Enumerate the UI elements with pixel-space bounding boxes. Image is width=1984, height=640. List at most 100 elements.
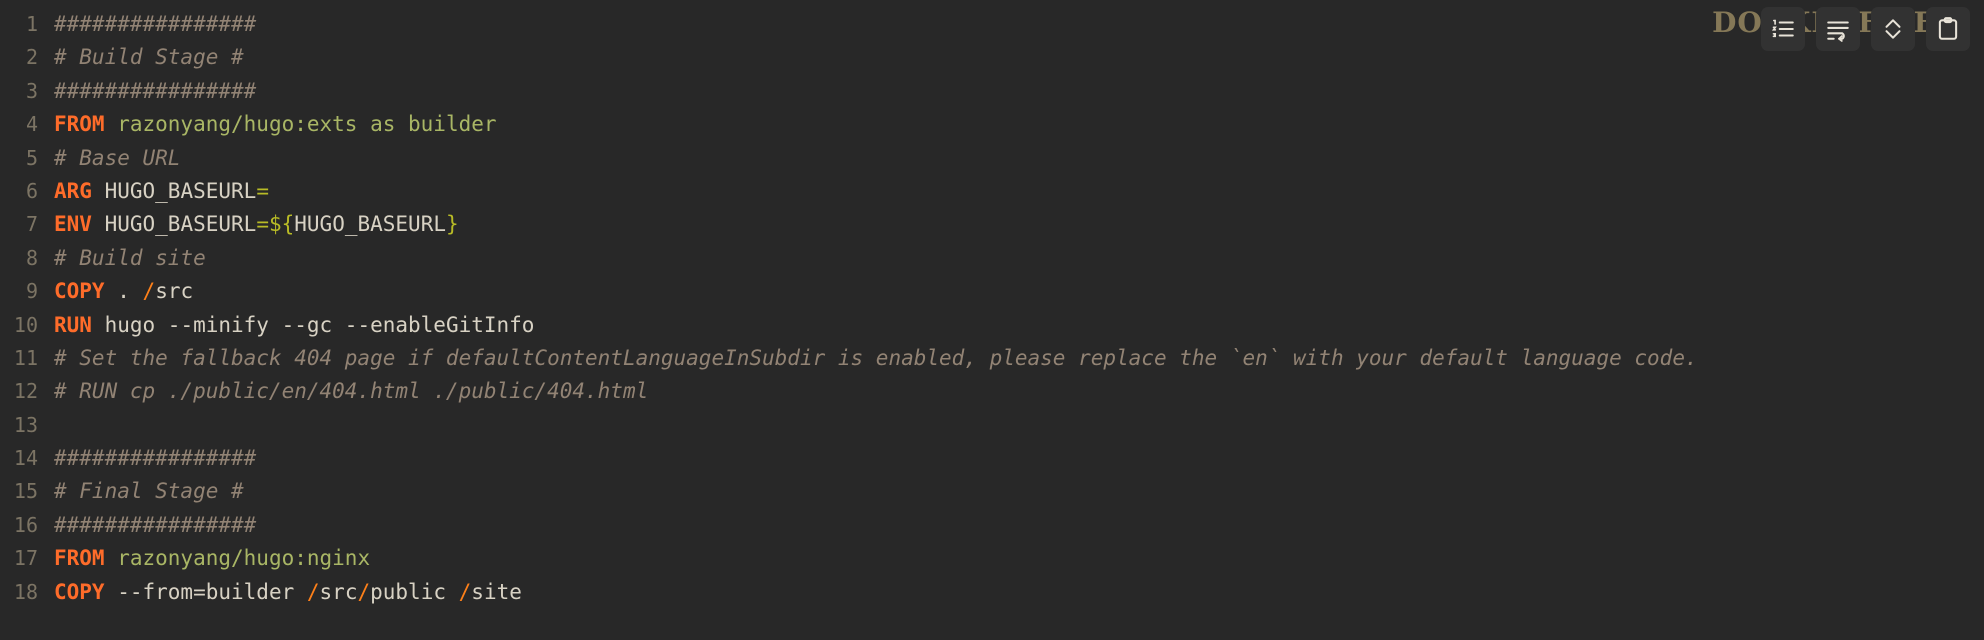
line-content[interactable]: FROM razonyang/hugo:exts as builder [38,108,497,141]
code-token: HUGO_BASEURL [294,212,446,237]
code-line: 3 ################ [0,75,1984,108]
code-token: site [471,579,522,604]
code-token: RUN [54,312,92,337]
code-token: ################ [54,12,257,36]
code-line: 15 # Final Stage # [0,475,1984,508]
code-viewer: DOCKERFILE [0,0,1984,640]
code-line: 8 # Build site [0,242,1984,275]
code-token: ################ [54,446,257,471]
code-token: COPY [54,279,105,304]
line-number: 17 [13,546,38,571]
line-content[interactable]: ################ [38,442,256,475]
line-content[interactable]: # Base URL [38,142,180,175]
code-token: # Set the fallback 404 page if defaultCo… [54,345,1698,370]
line-content[interactable]: # Build site [38,242,206,275]
line-content[interactable]: ENV HUGO_BASEURL=${HUGO_BASEURL} [38,208,459,241]
code-line: 4 FROM razonyang/hugo:exts as builder [0,108,1984,141]
line-content[interactable]: # RUN cp ./public/en/404.html ./public/4… [38,375,648,408]
code-line: 9 COPY . /src [0,275,1984,308]
line-number: 12 [13,379,38,404]
code-line: 17 FROM razonyang/hugo:nginx [0,542,1984,575]
copy-button[interactable] [1926,7,1970,51]
word-wrap-icon [1825,16,1851,42]
code-line: 16 ################ [0,509,1984,542]
chevron-expand-icon [1880,16,1906,42]
code-token: / [306,579,320,604]
code-token: / [357,579,371,604]
line-content[interactable]: ARG HUGO_BASEURL= [38,175,269,208]
line-number: 3 [25,78,38,103]
code-line: 7 ENV HUGO_BASEURL=${HUGO_BASEURL} [0,208,1984,241]
code-token: razonyang/hugo:nginx [104,546,371,571]
code-line: 14 ################ [0,442,1984,475]
clipboard-icon [1935,16,1961,42]
line-number: 4 [25,112,38,137]
code-token: # Build Stage # [54,45,244,70]
code-token: HUGO_BASEURL [91,212,257,237]
toggle-word-wrap-button[interactable] [1816,7,1860,51]
code-token: / [458,579,472,604]
line-content[interactable]: COPY . /src [38,275,193,308]
code-line: 1 ################ [0,8,1984,41]
code-token: HUGO_BASEURL [91,178,257,203]
line-content[interactable]: FROM razonyang/hugo:nginx [38,542,370,575]
code-line: 6 ARG HUGO_BASEURL= [0,175,1984,208]
code-token: # Build site [54,245,206,270]
code-line: 2 # Build Stage # [0,41,1984,74]
code-line: 13 [0,409,1984,442]
line-content[interactable]: ################ [38,509,256,542]
code-token: / [142,279,156,304]
code-token: # RUN cp ./public/en/404.html ./public/4… [54,379,649,404]
line-number: 7 [25,212,38,237]
code-line: 11 # Set the fallback 404 page if default… [0,342,1984,375]
line-content[interactable]: # Set the fallback 404 page if defaultCo… [38,342,1698,375]
code-token: # Final Stage # [54,479,244,504]
code-line: 5 # Base URL [0,142,1984,175]
line-number: 5 [25,145,38,170]
code-token: --from=builder [104,579,307,604]
code-line: 18 COPY --from=builder /src/public /site [0,576,1984,609]
line-number: 1 [25,12,38,36]
code-line: 12 # RUN cp ./public/en/404.html ./public… [0,375,1984,408]
viewer-toolbar [1761,7,1970,51]
toggle-line-numbers-button[interactable] [1761,7,1805,51]
line-number: 11 [13,345,38,370]
code-token: razonyang/hugo:exts as builder [104,112,497,137]
code-token: = [256,178,269,203]
code-token: src [155,279,194,304]
toggle-expand-button[interactable] [1871,7,1915,51]
code-token: ARG [54,178,92,203]
code-token: # Base URL [54,145,181,170]
code-token: ${ [268,212,295,237]
code-token: FROM [54,546,105,571]
code-token: } [445,212,459,237]
line-content[interactable]: RUN hugo --minify --gc --enableGitInfo [38,309,534,342]
code-token: hugo --minify --gc --enableGitInfo [91,312,535,337]
line-content[interactable]: ################ [38,8,256,41]
line-number: 10 [13,312,38,337]
line-number: 14 [13,446,38,471]
line-number: 6 [25,178,38,203]
line-content[interactable]: COPY --from=builder /src/public /site [38,576,522,609]
code-token: . [117,279,130,304]
line-number: 16 [13,512,38,537]
code-token: ################ [54,512,257,537]
code-line: 10 RUN hugo --minify --gc --enableGitInfo [0,309,1984,342]
line-number: 18 [13,579,38,604]
line-number: 15 [13,479,38,504]
line-content[interactable]: # Build Stage # [38,41,244,74]
code-token: src [319,579,358,604]
line-number: 9 [25,279,38,304]
line-content[interactable]: # Final Stage # [38,475,244,508]
code-token: COPY [54,579,105,604]
code-content[interactable]: 1 ################ 2 # Build Stage # 3 ######… [0,8,1984,609]
line-number: 13 [13,412,38,437]
code-token: ################ [54,78,257,103]
line-number: 8 [25,245,38,270]
line-content[interactable]: ################ [38,75,256,108]
code-token: ENV [54,212,92,237]
line-number: 2 [25,45,38,70]
